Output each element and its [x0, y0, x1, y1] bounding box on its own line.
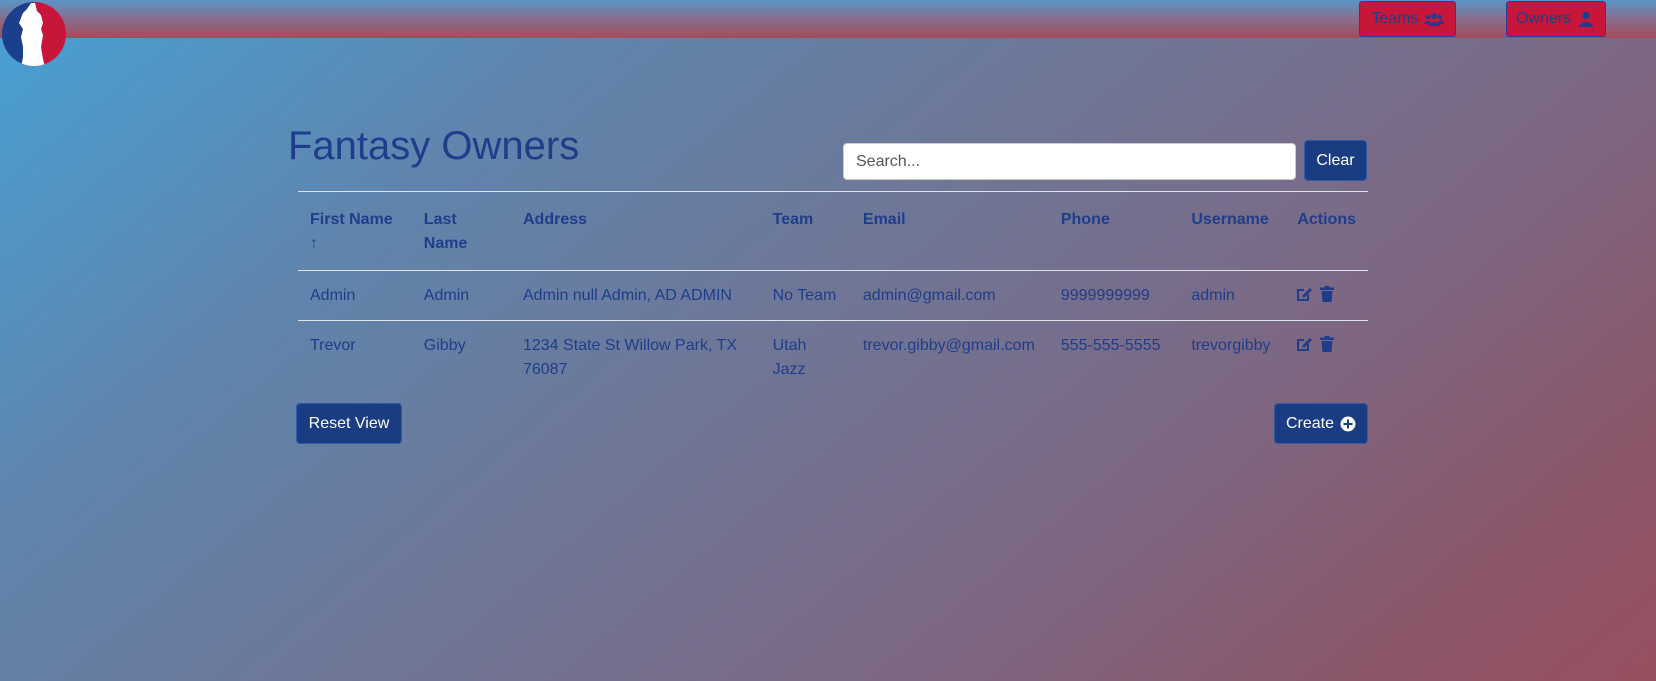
col-address[interactable]: Address: [510, 191, 761, 271]
cell-first-name: Trevor: [310, 337, 356, 354]
col-first-name-label: First Name: [310, 211, 393, 228]
search-input[interactable]: [843, 143, 1296, 180]
user-icon: [1579, 11, 1594, 27]
cell-username: admin: [1179, 270, 1286, 321]
create-button[interactable]: Create: [1274, 403, 1368, 444]
col-team[interactable]: Team: [760, 191, 851, 271]
cell-last-name: Gibby: [423, 337, 466, 354]
edit-icon[interactable]: [1295, 335, 1313, 353]
nav-owners-button[interactable]: Owners: [1506, 1, 1606, 37]
nav-teams-button[interactable]: Teams: [1359, 1, 1456, 37]
app-logo[interactable]: [1, 1, 67, 67]
edit-icon[interactable]: [1295, 285, 1313, 303]
cell-phone: 9999999999: [1048, 270, 1180, 321]
trash-icon[interactable]: [1318, 335, 1336, 353]
cell-actions: [1285, 321, 1368, 395]
arrow-up-icon: ↑: [310, 235, 318, 252]
cell-team: Utah Jazz: [772, 337, 807, 378]
col-email[interactable]: Email: [850, 191, 1049, 271]
table-header-row: First Name ↑ Last Name Address Team Emai…: [298, 191, 1368, 271]
nav-teams-label: Teams: [1371, 10, 1419, 27]
col-username[interactable]: Username: [1179, 191, 1286, 271]
nav-owners-label: Owners: [1515, 10, 1572, 27]
cell-username: trevorgibby: [1191, 337, 1271, 354]
cell-actions: [1285, 270, 1368, 321]
col-first-name[interactable]: First Name ↑: [298, 191, 412, 271]
table-row: Admin Admin Admin null Admin, AD ADMIN N…: [298, 270, 1368, 321]
table-row: Trevor Gibby 1234 State St Willow Park, …: [298, 321, 1368, 395]
clear-button[interactable]: Clear: [1304, 140, 1367, 181]
cell-address: Admin null Admin, AD ADMIN: [510, 270, 761, 321]
users-icon: [1423, 13, 1444, 26]
plus-circle-icon: [1340, 416, 1356, 431]
basketball-player-logo-icon: [2, 2, 66, 66]
cell-team: No Team: [760, 270, 851, 321]
trash-icon[interactable]: [1318, 285, 1336, 303]
owners-table: First Name ↑ Last Name Address Team Emai…: [298, 191, 1368, 394]
cell-email: admin@gmail.com: [850, 270, 1049, 321]
create-label: Create: [1285, 414, 1335, 432]
reset-view-button[interactable]: Reset View: [296, 403, 402, 444]
cell-address: 1234 State St Willow Park, TX 76087: [522, 337, 737, 378]
cell-first-name: Admin: [298, 270, 412, 321]
cell-phone: 555-555-5555: [1060, 337, 1161, 354]
col-actions: Actions: [1285, 191, 1368, 271]
cell-email: trevor.gibby@gmail.com: [862, 337, 1035, 354]
cell-last-name: Admin: [411, 270, 511, 321]
page-title: Fantasy Owners: [288, 124, 580, 168]
col-phone[interactable]: Phone: [1048, 191, 1180, 271]
col-last-name[interactable]: Last Name: [411, 191, 511, 271]
